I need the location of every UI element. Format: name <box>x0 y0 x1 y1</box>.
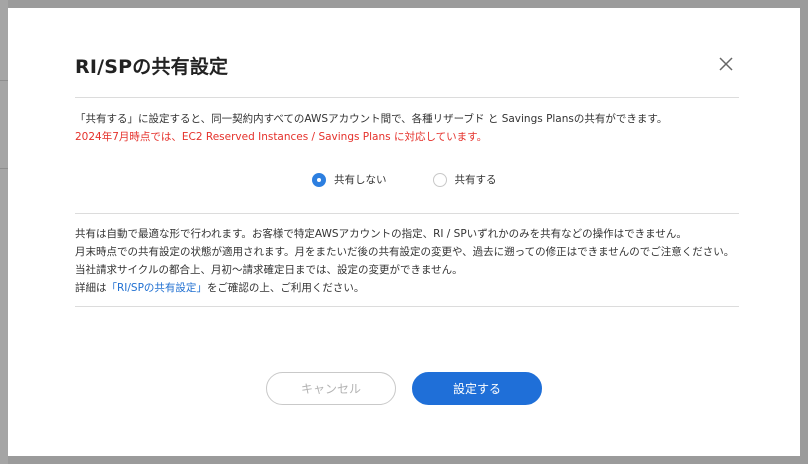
detail-line: 詳細は「RI/SPの共有設定」をご確認の上、ご利用ください。 <box>75 280 364 295</box>
divider <box>75 213 739 214</box>
divider <box>75 97 739 98</box>
detail-link[interactable]: 「RI/SPの共有設定」 <box>107 282 207 294</box>
detail-prefix: 詳細は <box>75 282 107 294</box>
note-line: 月末時点での共有設定の状態が適用されます。月をまたいだ後の共有設定の変更や、過去… <box>75 246 735 258</box>
note-line: 当社請求サイクルの都合上、月初～請求確定日までは、設定の変更ができません。 <box>75 264 463 276</box>
modal-title: RI/SPの共有設定 <box>75 56 229 78</box>
detail-suffix: をご確認の上、ご利用ください。 <box>206 282 365 294</box>
radio-unchecked-icon <box>432 172 447 187</box>
cancel-button[interactable]: キャンセル <box>266 372 396 405</box>
radio-no-share[interactable]: 共有しない <box>312 172 387 187</box>
radio-label: 共有しない <box>334 174 387 186</box>
submit-button[interactable]: 設定する <box>412 372 542 405</box>
intro-text: 「共有する」に設定すると、同一契約内すべてのAWSアカウント間で、各種リザーブド… <box>75 113 668 125</box>
close-icon[interactable] <box>714 52 738 76</box>
support-notice: 2024年7月時点では、EC2 Reserved Instances / Sav… <box>75 131 488 143</box>
note-line: 共有は自動で最適な形で行われます。お客様で特定AWSアカウントの指定、RI / … <box>75 228 687 240</box>
backdrop-divider <box>0 80 8 81</box>
ri-sp-share-settings-modal: RI/SPの共有設定 「共有する」に設定すると、同一契約内すべてのAWSアカウン… <box>8 8 800 456</box>
close-icon <box>719 57 733 71</box>
backdrop-divider <box>0 168 8 169</box>
divider <box>75 306 739 307</box>
page-backdrop <box>0 0 8 464</box>
share-radio-group: 共有しない 共有する <box>312 172 497 187</box>
radio-label: 共有する <box>454 174 497 186</box>
radio-share[interactable]: 共有する <box>432 172 497 187</box>
radio-checked-icon <box>312 172 326 187</box>
